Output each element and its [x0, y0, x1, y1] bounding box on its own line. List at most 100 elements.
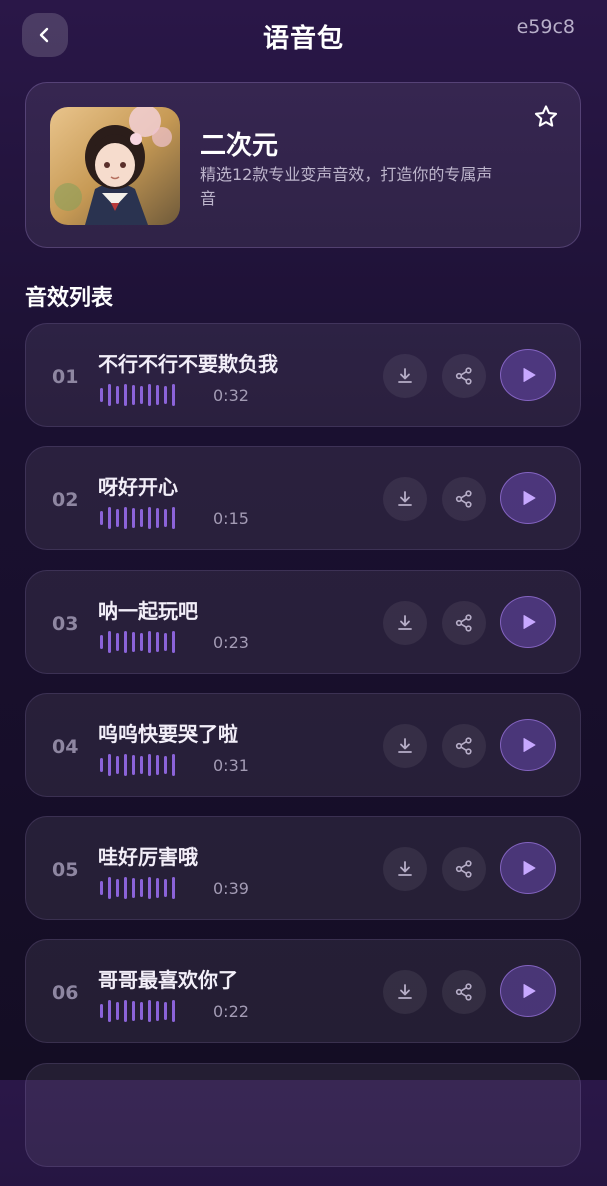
wave-bar — [172, 753, 175, 776]
wave-bar — [100, 757, 103, 772]
sound-number: 06 — [52, 982, 79, 1005]
play-button[interactable] — [500, 472, 556, 525]
play-button[interactable] — [500, 595, 556, 648]
wave-bar — [132, 631, 135, 652]
download-icon — [398, 737, 412, 753]
wave-bar — [164, 509, 167, 528]
share-icon — [455, 983, 472, 1002]
play-icon — [523, 614, 536, 629]
wave-bar — [116, 755, 119, 774]
share-button[interactable] — [442, 970, 486, 1015]
wave-bar — [116, 879, 119, 898]
voice-pack-card: 二次元 精选12款专业变声音效，打造你的专属声音 — [25, 82, 581, 248]
share-icon — [455, 737, 472, 755]
share-icon — [455, 860, 472, 878]
download-button[interactable] — [383, 477, 427, 522]
wave-bar — [132, 754, 135, 775]
wave-bar — [148, 1000, 151, 1023]
sound-list: 01 不行不行不要欺负我 0:32 02 呀好开心 0:15 03 呐一起玩吧 … — [25, 323, 581, 1186]
wave-bar — [148, 384, 151, 406]
wave-bar — [140, 879, 143, 898]
pack-name: 二次元 — [200, 131, 279, 161]
waveform-icon — [100, 1000, 175, 1023]
wave-bar — [156, 631, 159, 652]
download-button[interactable] — [383, 847, 427, 892]
sound-duration: 0:22 — [213, 1002, 249, 1022]
wave-bar — [100, 1004, 103, 1019]
share-button[interactable] — [442, 600, 486, 645]
list-item[interactable] — [25, 1062, 581, 1167]
list-item[interactable]: 03 呐一起玩吧 0:23 — [25, 569, 581, 674]
favorite-button[interactable] — [532, 103, 560, 131]
list-item[interactable]: 06 哥哥最喜欢你了 0:22 — [25, 939, 581, 1044]
wave-bar — [156, 754, 159, 775]
wave-bar — [140, 755, 143, 774]
wave-bar — [116, 386, 119, 404]
section-title: 音效列表 — [25, 286, 114, 311]
sound-name: 哥哥最喜欢你了 — [98, 968, 238, 993]
download-icon — [398, 861, 412, 877]
download-button[interactable] — [383, 600, 427, 645]
wave-bar — [100, 634, 103, 649]
sound-duration: 0:23 — [213, 632, 249, 652]
sound-number: 04 — [52, 735, 79, 758]
wave-bar — [108, 1000, 111, 1023]
wave-bar — [116, 1002, 119, 1021]
play-icon — [523, 984, 536, 999]
wave-bar — [172, 384, 175, 406]
wave-bar — [116, 509, 119, 528]
wave-bar — [140, 632, 143, 651]
wave-bar — [140, 386, 143, 404]
share-icon — [455, 613, 472, 632]
share-icon — [455, 367, 472, 385]
wave-bar — [172, 507, 175, 530]
wave-bar — [108, 753, 111, 776]
play-button[interactable] — [500, 842, 556, 895]
wave-bar — [156, 878, 159, 899]
waveform-icon — [100, 507, 175, 530]
wave-bar — [148, 753, 151, 776]
sound-number: 05 — [52, 859, 79, 882]
play-button[interactable] — [500, 349, 556, 401]
waveform-icon — [100, 630, 175, 653]
wave-bar — [108, 630, 111, 653]
sound-duration: 0:32 — [213, 386, 249, 405]
wave-bar — [132, 385, 135, 405]
play-button[interactable] — [500, 965, 556, 1018]
wave-bar — [132, 878, 135, 899]
list-item[interactable]: 04 呜呜快要哭了啦 0:31 — [25, 692, 581, 797]
list-item[interactable]: 02 呀好开心 0:15 — [25, 446, 581, 551]
sound-duration: 0:39 — [213, 879, 249, 899]
wave-bar — [148, 877, 151, 900]
wave-bar — [124, 630, 127, 653]
download-button[interactable] — [383, 970, 427, 1015]
share-button[interactable] — [442, 354, 486, 398]
wave-bar — [164, 386, 167, 404]
play-button[interactable] — [500, 718, 556, 771]
sound-duration: 0:15 — [213, 509, 249, 529]
download-button[interactable] — [383, 354, 427, 398]
share-button[interactable] — [442, 477, 486, 522]
download-icon — [398, 368, 412, 383]
share-button[interactable] — [442, 723, 486, 768]
list-item[interactable]: 05 哇好厉害哦 0:39 — [25, 816, 581, 921]
sound-number: 03 — [52, 612, 79, 635]
wave-bar — [164, 632, 167, 651]
waveform-icon — [100, 753, 175, 776]
wave-bar — [100, 881, 103, 896]
wave-bar — [100, 511, 103, 526]
wave-bar — [140, 1002, 143, 1021]
wave-bar — [148, 507, 151, 530]
wave-bar — [132, 1001, 135, 1022]
share-button[interactable] — [442, 847, 486, 892]
wave-bar — [148, 630, 151, 653]
wave-bar — [172, 630, 175, 653]
list-item[interactable]: 01 不行不行不要欺负我 0:32 — [25, 323, 581, 427]
download-button[interactable] — [383, 723, 427, 768]
play-icon — [523, 861, 536, 876]
wave-bar — [132, 508, 135, 529]
wave-bar — [124, 753, 127, 776]
sound-duration: 0:31 — [213, 755, 249, 775]
download-icon — [398, 614, 412, 630]
wave-bar — [124, 384, 127, 406]
